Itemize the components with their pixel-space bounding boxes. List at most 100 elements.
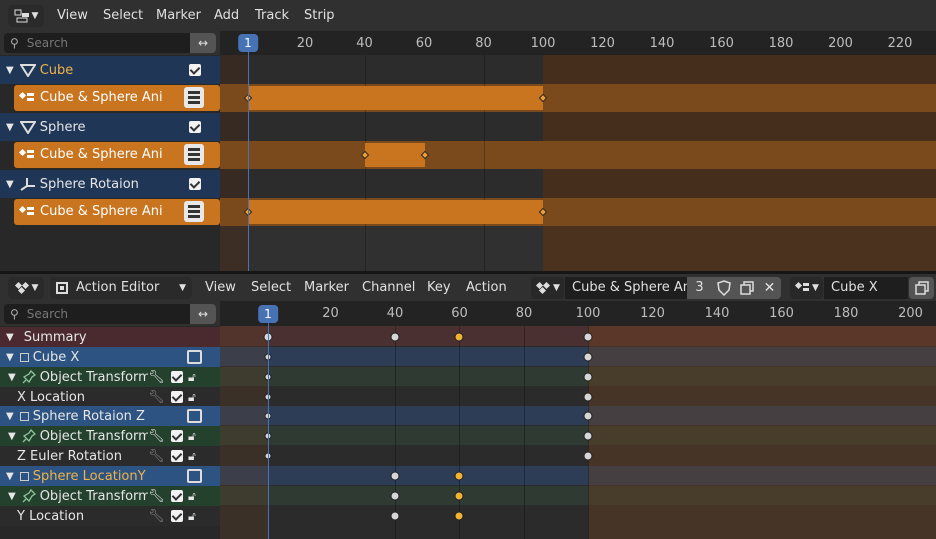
channel-enable-checkbox[interactable] — [171, 371, 183, 383]
keyframe[interactable] — [583, 392, 593, 402]
swap-arrows-icon[interactable]: ↔ — [190, 33, 216, 53]
editor-type-button[interactable]: ▼ — [8, 274, 44, 301]
current-frame-indicator[interactable]: 1 — [238, 34, 258, 52]
menu-add[interactable]: Add — [214, 0, 239, 31]
nla-action-row[interactable]: Cube & Sphere Ani — [0, 85, 220, 111]
action-name-field[interactable]: Cube & Sphere Ani — [565, 274, 695, 301]
keyframe[interactable] — [390, 491, 400, 501]
chevron-down-icon[interactable]: ▼ — [6, 179, 14, 190]
swap-arrows-icon[interactable]: ↔ — [190, 304, 216, 324]
menu-select[interactable]: Select — [103, 0, 143, 31]
keyframe[interactable] — [390, 511, 400, 521]
push-down-button[interactable] — [184, 201, 204, 222]
lock-open-icon[interactable]: 🔓︎ — [188, 370, 196, 385]
channel-enable-checkbox[interactable] — [171, 510, 183, 522]
nla-track-sphere-rotation[interactable]: ▼ Sphere Rotaion — [0, 170, 220, 198]
wrench-icon[interactable]: 🔧︎ — [148, 509, 165, 524]
track-visibility-checkbox[interactable] — [189, 121, 201, 133]
action-ruler[interactable]: 1 20 40 60 80 100 120 140 160 180 200 — [220, 301, 936, 326]
channel-enable-checkbox[interactable] — [171, 450, 183, 462]
slot-name-field[interactable]: Cube X — [824, 274, 908, 301]
slot-toggle-icon[interactable] — [187, 409, 202, 423]
playhead[interactable] — [248, 55, 249, 271]
channel-enable-checkbox[interactable] — [171, 430, 183, 442]
wrench-icon[interactable]: 🔧︎ — [148, 488, 165, 504]
keyframe[interactable] — [583, 431, 593, 441]
menu-strip[interactable]: Strip — [304, 0, 335, 31]
keyframe[interactable] — [454, 332, 464, 342]
channel-x-location[interactable]: X Location 🔧︎ 🔓︎ — [0, 387, 220, 407]
channel-enable-checkbox[interactable] — [171, 391, 183, 403]
chevron-down-icon[interactable]: ▼ — [6, 471, 14, 482]
nla-ruler[interactable]: 1 20 40 60 80 100 120 140 160 180 200 22… — [220, 31, 936, 55]
action-browse-button[interactable]: ▼ — [531, 274, 564, 301]
track-visibility-checkbox[interactable] — [189, 64, 201, 76]
menu-select[interactable]: Select — [251, 274, 291, 301]
keyframe[interactable] — [390, 332, 400, 342]
unlink-action-button[interactable]: ✕ — [758, 274, 781, 301]
track-visibility-checkbox[interactable] — [189, 178, 201, 190]
channel-y-location[interactable]: Y Location 🔧︎ 🔓︎ — [0, 506, 220, 526]
keyframe[interactable] — [583, 372, 593, 382]
lock-open-icon[interactable]: 🔓︎ — [188, 509, 196, 524]
keyframe[interactable] — [583, 352, 593, 362]
channel-group-sphere-location[interactable]: ▼ Sphere LocationY — [0, 466, 220, 486]
slot-toggle-icon[interactable] — [187, 350, 202, 364]
nla-action-row[interactable]: Cube & Sphere Ani — [0, 199, 220, 225]
nla-strip[interactable] — [365, 143, 425, 167]
lock-open-icon[interactable]: 🔓︎ — [188, 489, 196, 504]
nla-strip[interactable] — [248, 86, 543, 110]
keyframe[interactable] — [454, 491, 464, 501]
channel-group-cube-x[interactable]: ▼ Cube X — [0, 347, 220, 367]
channel-group-transforms[interactable]: ▼ Object Transforms 🔧︎ 🔓︎ — [0, 367, 220, 387]
nla-track-cube[interactable]: ▼ Cube — [0, 56, 220, 84]
menu-marker[interactable]: Marker — [304, 274, 349, 301]
nla-strip[interactable] — [248, 200, 543, 224]
keyframe[interactable] — [583, 332, 593, 342]
channel-group-sphere-rotation[interactable]: ▼ Sphere Rotaion Z — [0, 406, 220, 426]
mode-dropdown[interactable]: Action Editor ▼ — [50, 274, 192, 301]
menu-marker[interactable]: Marker — [156, 0, 201, 31]
chevron-down-icon[interactable]: ▼ — [6, 352, 14, 363]
action-search-input[interactable]: ⚲ Search ↔ — [4, 304, 216, 324]
keyframe[interactable] — [390, 471, 400, 481]
playhead[interactable] — [268, 326, 269, 539]
wrench-icon[interactable]: 🔧︎ — [148, 369, 165, 385]
chevron-down-icon[interactable]: ▼ — [6, 411, 14, 422]
action-users-count[interactable]: 3 — [687, 274, 712, 301]
wrench-icon[interactable]: 🔧︎ — [148, 390, 165, 405]
keyframe[interactable] — [583, 411, 593, 421]
nla-timeline[interactable] — [220, 55, 936, 271]
channel-group-transforms[interactable]: ▼ Object Transforms 🔧︎ 🔓︎ — [0, 486, 220, 506]
fake-user-button[interactable] — [712, 274, 735, 301]
channel-enable-checkbox[interactable] — [171, 490, 183, 502]
lock-open-icon[interactable]: 🔓︎ — [188, 429, 196, 444]
channel-summary[interactable]: ▼ Summary — [0, 327, 220, 347]
menu-key[interactable]: Key — [427, 274, 451, 301]
channel-group-transforms[interactable]: ▼ Object Transforms 🔧︎ 🔓︎ — [0, 426, 220, 446]
menu-action[interactable]: Action — [466, 274, 507, 301]
chevron-down-icon[interactable]: ▼ — [8, 491, 16, 502]
duplicate-action-button[interactable] — [735, 274, 758, 301]
keyframe[interactable] — [454, 471, 464, 481]
wrench-icon[interactable]: 🔧︎ — [148, 428, 165, 444]
duplicate-slot-button[interactable] — [909, 274, 934, 301]
keyframe[interactable] — [454, 511, 464, 521]
channel-z-euler-rotation[interactable]: Z Euler Rotation 🔧︎ 🔓︎ — [0, 446, 220, 466]
chevron-down-icon[interactable]: ▼ — [8, 372, 16, 383]
slot-browse-button[interactable]: ▼ — [790, 274, 823, 301]
menu-view[interactable]: View — [205, 274, 236, 301]
action-timeline[interactable] — [220, 326, 936, 539]
wrench-icon[interactable]: 🔧︎ — [148, 449, 165, 464]
chevron-down-icon[interactable]: ▼ — [8, 431, 16, 442]
menu-track[interactable]: Track — [255, 0, 289, 31]
chevron-down-icon[interactable]: ▼ — [6, 332, 14, 343]
push-down-button[interactable] — [184, 144, 204, 165]
slot-toggle-icon[interactable] — [187, 469, 202, 483]
nla-search-input[interactable]: ⚲ Search ↔ — [4, 33, 216, 53]
menu-channel[interactable]: Channel — [362, 274, 415, 301]
chevron-down-icon[interactable]: ▼ — [6, 65, 14, 76]
nla-action-row[interactable]: Cube & Sphere Ani — [0, 142, 220, 168]
lock-open-icon[interactable]: 🔓︎ — [188, 449, 196, 464]
keyframe[interactable] — [583, 451, 593, 461]
